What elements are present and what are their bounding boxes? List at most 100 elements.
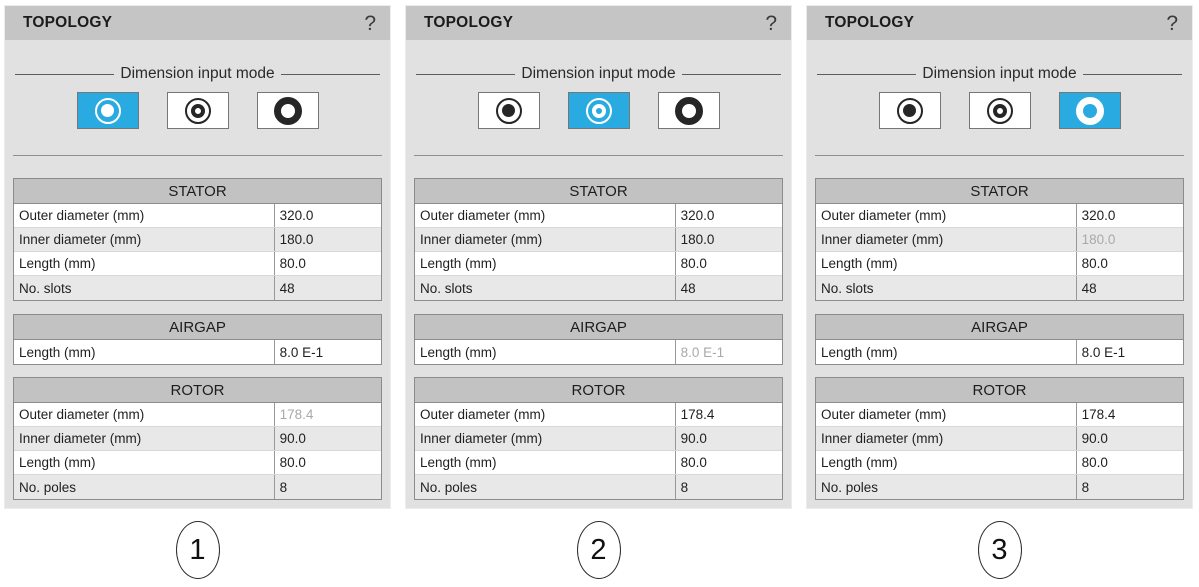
row-value-field[interactable]: 80.0 <box>275 451 381 474</box>
row-label: Length (mm) <box>816 451 1077 474</box>
rotor-table-title: ROTOR <box>816 378 1183 403</box>
airgap-table-title: AIRGAP <box>816 315 1183 340</box>
rotor-table: ROTOR Outer diameter (mm) 178.4 Inner di… <box>414 377 783 500</box>
row-label: Length (mm) <box>415 451 676 474</box>
dimension-input-mode-label: Dimension input mode <box>515 65 681 83</box>
mode-button-inner-dot[interactable] <box>77 92 139 129</box>
panel-header: TOPOLOGY ? <box>5 6 390 40</box>
row-label: Outer diameter (mm) <box>14 403 275 426</box>
table-row: Outer diameter (mm) 320.0 <box>415 204 782 228</box>
legend-line-right <box>281 74 380 75</box>
topology-panel-2: TOPOLOGY ? Dimension input mode <box>406 6 791 508</box>
row-value-field[interactable]: 178.4 <box>676 403 782 426</box>
help-icon[interactable]: ? <box>765 13 777 34</box>
stator-table: STATOR Outer diameter (mm) 320.0 Inner d… <box>815 178 1184 301</box>
table-row: Length (mm) 8.0 E-1 <box>14 340 381 364</box>
airgap-table: AIRGAP Length (mm) 8.0 E-1 <box>13 314 382 365</box>
panel-title: TOPOLOGY <box>23 14 112 32</box>
mode-button-inner-dot[interactable] <box>478 92 540 129</box>
row-label: Outer diameter (mm) <box>415 403 676 426</box>
figure-number-badge: 2 <box>577 521 621 579</box>
stator-table: STATOR Outer diameter (mm) 320.0 Inner d… <box>13 178 382 301</box>
row-value-field: 178.4 <box>275 403 381 426</box>
row-value-field[interactable]: 8 <box>676 475 782 499</box>
panel-title: TOPOLOGY <box>825 14 914 32</box>
row-value-field[interactable]: 48 <box>275 276 381 300</box>
mode-button-group <box>807 92 1192 129</box>
row-value-field[interactable]: 48 <box>676 276 782 300</box>
mode-button-concentric[interactable] <box>167 92 229 129</box>
table-row: Outer diameter (mm) 320.0 <box>14 204 381 228</box>
row-label: Length (mm) <box>816 252 1077 275</box>
mode-button-group <box>406 92 791 129</box>
row-value-field[interactable]: 8 <box>1077 475 1183 499</box>
mode-button-ring[interactable] <box>257 92 319 129</box>
row-label: No. slots <box>415 276 676 300</box>
circle-with-dot-icon <box>897 98 923 124</box>
row-value-field[interactable]: 320.0 <box>676 204 782 227</box>
mode-button-ring[interactable] <box>658 92 720 129</box>
row-value-field[interactable]: 8 <box>275 475 381 499</box>
row-value-field[interactable]: 8.0 E-1 <box>275 340 381 364</box>
figure-number-badge: 1 <box>176 521 220 579</box>
row-label: Inner diameter (mm) <box>816 228 1077 251</box>
mode-button-group <box>5 92 390 129</box>
row-value-field[interactable]: 320.0 <box>1077 204 1183 227</box>
table-row: No. slots 48 <box>816 276 1183 300</box>
legend-line-left <box>817 74 916 75</box>
mode-button-ring[interactable] <box>1059 92 1121 129</box>
table-row: Outer diameter (mm) 178.4 <box>816 403 1183 427</box>
row-label: Outer diameter (mm) <box>415 204 676 227</box>
row-value-field[interactable]: 90.0 <box>676 427 782 450</box>
row-value-field[interactable]: 48 <box>1077 276 1183 300</box>
row-label: Inner diameter (mm) <box>816 427 1077 450</box>
airgap-table-title: AIRGAP <box>415 315 782 340</box>
table-row: Length (mm) 8.0 E-1 <box>415 340 782 364</box>
mode-button-concentric[interactable] <box>568 92 630 129</box>
legend-line-right <box>1083 74 1182 75</box>
row-value-field[interactable]: 320.0 <box>275 204 381 227</box>
table-row: Inner diameter (mm) 180.0 <box>415 228 782 252</box>
row-value-field[interactable]: 90.0 <box>275 427 381 450</box>
stator-table: STATOR Outer diameter (mm) 320.0 Inner d… <box>414 178 783 301</box>
panel-column-2: TOPOLOGY ? Dimension input mode <box>406 6 791 579</box>
table-row: Length (mm) 80.0 <box>816 252 1183 276</box>
rotor-table: ROTOR Outer diameter (mm) 178.4 Inner di… <box>13 377 382 500</box>
row-value-field[interactable]: 80.0 <box>1077 252 1183 275</box>
row-label: Inner diameter (mm) <box>14 427 275 450</box>
table-row: No. slots 48 <box>14 276 381 300</box>
table-row: Outer diameter (mm) 178.4 <box>415 403 782 427</box>
row-value-field[interactable]: 178.4 <box>1077 403 1183 426</box>
figure-number-badge: 3 <box>978 521 1022 579</box>
help-icon[interactable]: ? <box>364 13 376 34</box>
stator-table-title: STATOR <box>415 179 782 204</box>
row-label: Length (mm) <box>816 340 1077 364</box>
separator-line <box>815 155 1184 156</box>
row-label: Length (mm) <box>415 252 676 275</box>
row-value-field[interactable]: 90.0 <box>1077 427 1183 450</box>
rotor-table-title: ROTOR <box>14 378 381 403</box>
table-row: No. poles 8 <box>415 475 782 499</box>
row-label: Outer diameter (mm) <box>816 204 1077 227</box>
mode-button-inner-dot[interactable] <box>879 92 941 129</box>
separator-line <box>414 155 783 156</box>
row-value-field[interactable]: 80.0 <box>1077 451 1183 474</box>
table-row: Length (mm) 80.0 <box>816 451 1183 475</box>
stator-table-title: STATOR <box>14 179 381 204</box>
table-row: Length (mm) 80.0 <box>415 252 782 276</box>
row-value-field[interactable]: 80.0 <box>676 451 782 474</box>
panel-header: TOPOLOGY ? <box>406 6 791 40</box>
separator-line <box>13 155 382 156</box>
legend-line-left <box>15 74 114 75</box>
row-value-field[interactable]: 80.0 <box>676 252 782 275</box>
help-icon[interactable]: ? <box>1166 13 1178 34</box>
table-row: Inner diameter (mm) 180.0 <box>816 228 1183 252</box>
row-value-field[interactable]: 180.0 <box>275 228 381 251</box>
row-value-field[interactable]: 80.0 <box>275 252 381 275</box>
dimension-input-mode-legend: Dimension input mode <box>817 65 1182 83</box>
mode-button-concentric[interactable] <box>969 92 1031 129</box>
concentric-circles-icon <box>586 98 612 124</box>
row-value-field[interactable]: 8.0 E-1 <box>1077 340 1183 364</box>
row-value-field[interactable]: 180.0 <box>676 228 782 251</box>
table-row: Inner diameter (mm) 90.0 <box>14 427 381 451</box>
